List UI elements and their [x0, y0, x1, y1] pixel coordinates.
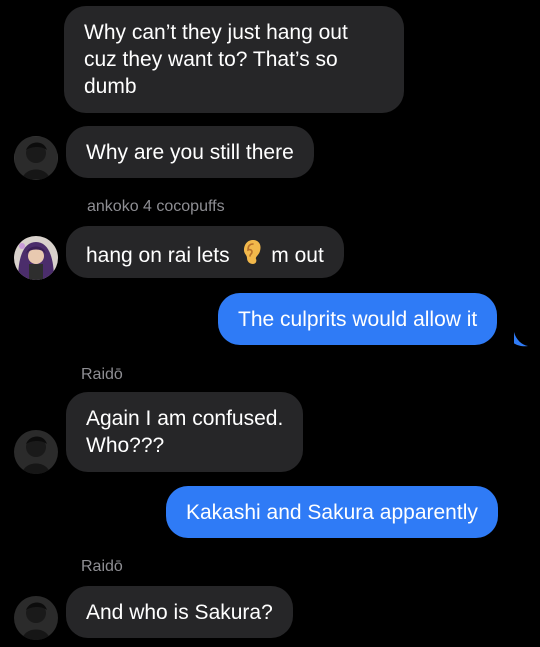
message-bubble-outgoing[interactable]: Kakashi and Sakura apparently: [166, 486, 498, 538]
message-bubble-incoming[interactable]: Why are you still there: [66, 126, 314, 178]
message-bubble-incoming[interactable]: hang on rai lets m out: [66, 226, 344, 278]
message-text-after: m out: [271, 244, 324, 267]
message-bubble-incoming[interactable]: And who is Sakura?: [66, 586, 293, 638]
message-line: Again I am confused.: [86, 407, 284, 430]
ear-emoji-icon: [243, 239, 263, 272]
sender-name: ankoko 4 cocopuffs: [87, 198, 225, 215]
message-text: Kakashi and Sakura apparently: [186, 501, 478, 524]
message-text: The culprits would allow it: [238, 308, 478, 331]
avatar-anko[interactable]: [14, 236, 58, 280]
message-bubble-outgoing[interactable]: The culprits would allow it: [218, 293, 498, 345]
sender-name: Raidō: [81, 558, 123, 575]
message-text: And who is Sakura?: [86, 601, 273, 624]
message-text-before: hang on rai lets: [86, 244, 230, 267]
sender-name: Raidō: [81, 366, 123, 383]
avatar-raido[interactable]: [14, 596, 58, 640]
avatar-raido[interactable]: [14, 430, 58, 474]
message-line: cuz they want to? That’s so: [84, 48, 338, 71]
message-line: Why can’t they just hang out: [84, 21, 348, 44]
message-bubble-incoming[interactable]: Why can’t they just hang out cuz they wa…: [64, 6, 404, 113]
message-thread: Why can’t they just hang out cuz they wa…: [0, 0, 540, 647]
avatar-raido[interactable]: [14, 136, 58, 180]
bubble-tail-outgoing: [514, 332, 528, 347]
message-line: Who???: [86, 434, 165, 457]
message-bubble-incoming[interactable]: Again I am confused. Who???: [66, 392, 304, 472]
message-text: Why are you still there: [86, 141, 294, 164]
message-line: dumb: [84, 75, 137, 98]
